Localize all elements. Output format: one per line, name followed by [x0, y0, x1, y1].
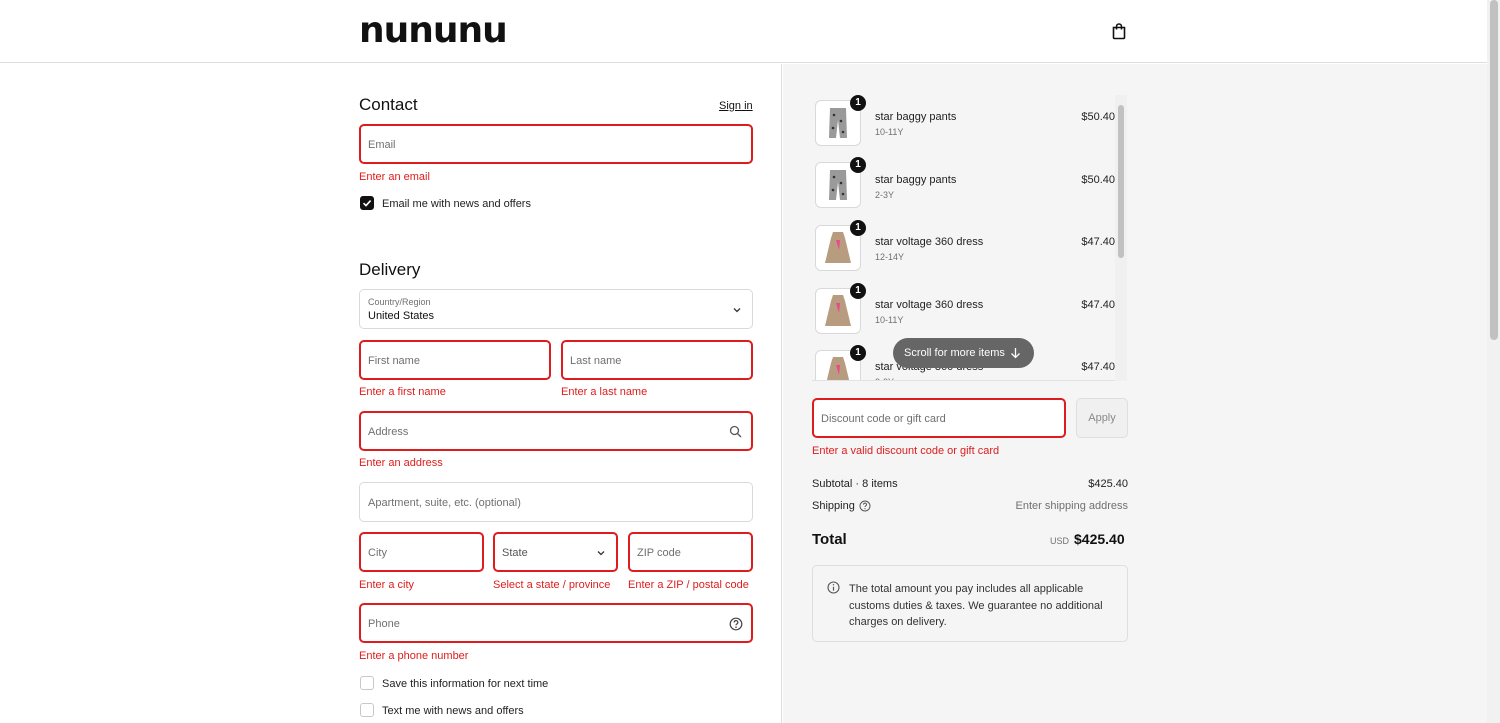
city-error: Enter a city — [359, 579, 415, 591]
discount-code-field[interactable]: Discount code or gift card — [812, 398, 1066, 438]
item-price: $47.40 — [1081, 361, 1115, 373]
item-thumbnail: 1 — [815, 220, 866, 271]
newsletter-label: Email me with news and offers — [382, 198, 531, 210]
state-error: Select a state / province — [493, 579, 611, 591]
search-icon — [729, 425, 742, 438]
currency-code: USD — [1050, 536, 1070, 546]
country-value: United States — [368, 310, 435, 322]
items-scrollbar[interactable] — [1115, 95, 1127, 381]
info-icon — [827, 581, 840, 594]
quantity-badge: 1 — [850, 283, 866, 299]
chevron-down-icon — [733, 308, 741, 313]
item-name: star baggy pants — [875, 111, 957, 123]
item-thumbnail: 1 — [815, 95, 866, 146]
subtotal-label: Subtotal · 8 items — [812, 478, 898, 490]
page-scroll-thumb[interactable] — [1490, 0, 1498, 340]
email-placeholder: Email — [368, 139, 396, 151]
delivery-heading: Delivery — [359, 260, 421, 279]
country-label: Country/Region — [368, 297, 431, 307]
last-name-field[interactable]: Last name — [561, 340, 753, 380]
email-field[interactable]: Email — [359, 124, 753, 164]
phone-field[interactable]: Phone — [359, 603, 753, 643]
chevron-down-icon — [597, 551, 605, 556]
duties-notice: The total amount you pay includes all ap… — [812, 565, 1128, 642]
discount-error: Enter a valid discount code or gift card — [812, 445, 1000, 457]
zip-error: Enter a ZIP / postal code — [628, 579, 749, 591]
apply-button[interactable]: Apply — [1076, 398, 1128, 438]
item-thumbnail: 1 — [815, 283, 866, 334]
site-header: nununu — [0, 0, 1487, 63]
text-me-label: Text me with news and offers — [382, 705, 524, 717]
help-icon[interactable] — [859, 500, 871, 512]
email-error: Enter an email — [359, 171, 430, 183]
shipping-label: Shipping — [812, 500, 855, 512]
newsletter-checkbox[interactable] — [360, 196, 374, 210]
total-value: $425.40 — [1074, 531, 1125, 547]
state-select[interactable]: State — [493, 532, 618, 572]
items-scroll-thumb[interactable] — [1118, 105, 1124, 258]
apartment-field[interactable]: Apartment, suite, etc. (optional) — [359, 482, 753, 522]
zip-field[interactable]: ZIP code — [628, 532, 753, 572]
city-field[interactable]: City — [359, 532, 484, 572]
phone-placeholder: Phone — [368, 618, 400, 630]
country-select[interactable]: Country/Region United States — [359, 289, 753, 329]
address-placeholder: Address — [368, 426, 409, 438]
apartment-placeholder: Apartment, suite, etc. (optional) — [368, 497, 521, 509]
city-placeholder: City — [368, 547, 387, 559]
total-label: Total — [812, 531, 847, 548]
item-name: star voltage 360 dress — [875, 299, 984, 311]
state-placeholder: State — [502, 547, 528, 559]
scroll-more-button[interactable]: Scroll for more items — [893, 338, 1034, 368]
discount-placeholder: Discount code or gift card — [821, 413, 946, 425]
save-info-checkbox[interactable] — [360, 676, 374, 690]
phone-error: Enter a phone number — [359, 650, 469, 662]
item-thumbnail: 1 — [815, 345, 866, 380]
brand-logo[interactable]: nununu — [359, 13, 508, 49]
item-variant: 10-11Y — [875, 127, 904, 137]
first-name-placeholder: First name — [368, 355, 420, 367]
zip-placeholder: ZIP code — [637, 547, 681, 559]
save-info-label: Save this information for next time — [382, 678, 549, 690]
item-variant: 2-3Y — [875, 190, 895, 200]
sign-in-link[interactable]: Sign in — [719, 100, 753, 112]
item-variant: 2-3Y — [875, 377, 894, 380]
items-divider — [812, 380, 1115, 381]
item-price: $50.40 — [1081, 174, 1115, 186]
page-scrollbar[interactable] — [1487, 0, 1500, 723]
last-name-error: Enter a last name — [561, 386, 648, 398]
contact-heading: Contact — [359, 95, 418, 114]
item-name: star baggy pants — [875, 174, 957, 186]
item-price: $50.40 — [1081, 111, 1115, 123]
subtotal-value: $425.40 — [1088, 478, 1128, 490]
text-me-checkbox[interactable] — [360, 703, 374, 717]
help-icon[interactable] — [729, 617, 743, 631]
shipping-value: Enter shipping address — [1015, 500, 1128, 512]
check-icon — [362, 200, 372, 207]
shopping-bag-icon[interactable] — [1110, 22, 1128, 40]
quantity-badge: 1 — [850, 157, 866, 173]
quantity-badge: 1 — [850, 345, 866, 361]
duties-note-text: The total amount you pay includes all ap… — [849, 583, 1103, 628]
scroll-more-label: Scroll for more items — [904, 347, 1005, 359]
quantity-badge: 1 — [850, 95, 866, 111]
item-price: $47.40 — [1081, 236, 1115, 248]
address-error: Enter an address — [359, 457, 443, 469]
arrow-down-icon — [1011, 348, 1020, 359]
first-name-error: Enter a first name — [359, 386, 446, 398]
quantity-badge: 1 — [850, 220, 866, 236]
address-field[interactable]: Address — [359, 411, 753, 451]
last-name-placeholder: Last name — [570, 355, 622, 367]
item-thumbnail: 1 — [815, 157, 866, 208]
item-name: star voltage 360 dress — [875, 236, 984, 248]
item-variant: 10-11Y — [875, 315, 904, 325]
item-variant: 12-14Y — [875, 252, 905, 262]
first-name-field[interactable]: First name — [359, 340, 551, 380]
item-price: $47.40 — [1081, 299, 1115, 311]
